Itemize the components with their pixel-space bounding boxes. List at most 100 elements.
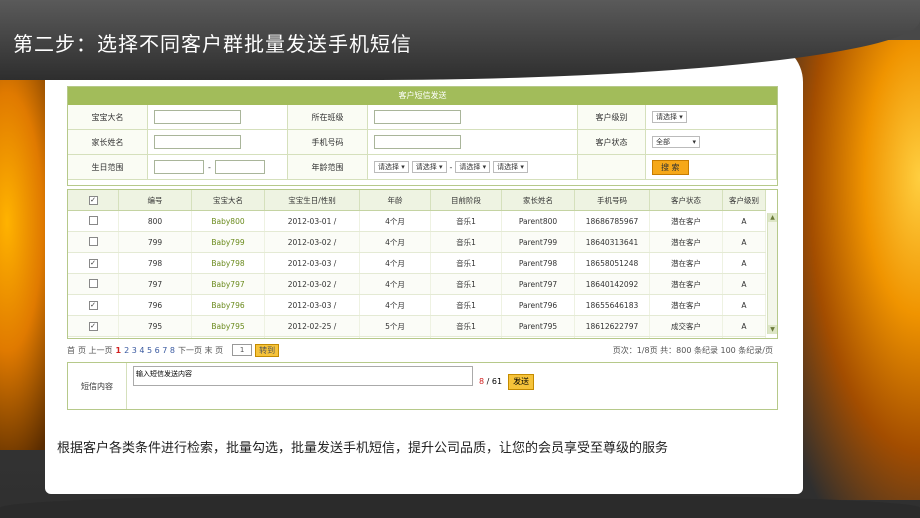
parent-name-input[interactable]: [154, 135, 241, 149]
select-all-checkbox[interactable]: ✓: [88, 196, 98, 205]
age-end-year-value: 请选择: [459, 163, 481, 171]
go-button[interactable]: 转到: [255, 343, 280, 357]
cell-level: A: [722, 210, 766, 232]
age-end-year-select[interactable]: 请选择 ▾: [455, 161, 491, 173]
cell-age: 4个月: [359, 231, 431, 253]
cell-birth: 2012-02-25 /: [264, 315, 360, 337]
birth-start-input[interactable]: [154, 160, 204, 174]
cell-name: Baby799: [191, 231, 265, 253]
chevron-down-icon: ▾: [482, 163, 487, 171]
col-header-level: 客户级别: [722, 190, 766, 211]
row-checkbox-cell: [68, 231, 119, 253]
table-row[interactable]: ✓ 798 Baby798 2012-03-03 /4个月 音乐1 Parent798 18…: [68, 252, 766, 274]
baby-name-input[interactable]: [154, 110, 241, 124]
prev-page-link[interactable]: 页 上一页: [78, 345, 113, 356]
cell-age: 4个月: [359, 294, 431, 316]
age-start-month-value: 请选择: [415, 163, 437, 171]
cell-id: 798: [118, 252, 192, 274]
level-select[interactable]: 请选择 ▾: [652, 111, 687, 123]
table-row[interactable]: ✓794Baby7942012-03-03 /4个月音乐1Parent79418…: [68, 336, 766, 338]
level-label: 客户级别: [578, 105, 646, 130]
cell-age: 4个月: [359, 210, 431, 232]
row-checkbox-cell: ✓: [68, 294, 119, 316]
cell-age: 4个月: [359, 273, 431, 295]
col-header-status: 客户状态: [649, 190, 723, 211]
cell-stage: 音乐1: [430, 210, 502, 232]
sms-count-max: / 61: [486, 377, 503, 386]
table-row[interactable]: 797 Baby797 2012-03-02 /4个月 音乐1 Parent797 186…: [68, 273, 766, 295]
cell-birth: 2012-03-01 /: [264, 210, 360, 232]
table-row[interactable]: 799 Baby799 2012-03-02 /4个月 音乐1 Parent799 186…: [68, 231, 766, 253]
page-number-input[interactable]: 1: [232, 344, 253, 356]
cell-status: 潜在客户: [649, 273, 723, 295]
cell-birth: 2012-03-02 /: [264, 231, 360, 253]
search-button[interactable]: 搜 索: [652, 159, 689, 175]
phone-input[interactable]: [374, 135, 461, 149]
col-header-age: 年龄: [359, 190, 431, 211]
cell-level: A: [722, 294, 766, 316]
cell-status: 潜在客户: [649, 252, 723, 274]
row-checkbox-cell: ✓: [68, 315, 119, 337]
table-row[interactable]: ✓ 796 Baby796 2012-03-03 /4个月 音乐1 Parent796 18…: [68, 294, 766, 316]
cell-name: Baby798: [191, 252, 265, 274]
row-checkbox-checked[interactable]: ✓: [88, 259, 98, 268]
age-end-month-select[interactable]: 请选择 ▾: [493, 161, 528, 173]
row-checkbox-checked[interactable]: ✓: [88, 301, 98, 310]
table-scrollbar[interactable]: ▲ ▼: [767, 213, 777, 334]
cell-id: 796: [118, 294, 192, 316]
customer-table-panel: ✓ 编号 宝宝大名 宝宝生日/性别 年龄 目前阶段 家长姓名 手机号码 客户状态…: [67, 189, 778, 339]
cell-birth: 2012-03-03 /: [264, 336, 360, 338]
form-header: 客户短信发送: [68, 87, 777, 105]
cell-level: A: [722, 315, 766, 337]
cell-parent: Parent797: [501, 273, 575, 295]
page-links[interactable]: 2 3 4 5 6 7 8: [124, 346, 175, 355]
cell-age: 4个月: [359, 336, 431, 338]
first-page-link[interactable]: 首: [67, 345, 75, 356]
pager-info: 页次：1/8页 共：800 条纪录 100 条纪录/页: [612, 345, 773, 355]
sms-count-current: 8: [479, 377, 485, 386]
row-checkbox[interactable]: [88, 236, 98, 246]
class-input[interactable]: [374, 110, 461, 124]
search-form: 客户短信发送 宝宝大名 所在班级 客户级别 请选择 ▾ 家长姓名 手机号码 客户…: [67, 86, 778, 186]
col-header-id: 编号: [118, 190, 192, 211]
baby-name-label: 宝宝大名: [68, 105, 148, 130]
parent-name-label: 家长姓名: [68, 130, 148, 155]
sms-content-text: 输入短信发送内容: [136, 370, 192, 378]
next-last-page-link[interactable]: 下一页 末 页: [178, 345, 223, 356]
row-checkbox[interactable]: [88, 278, 98, 288]
cell-phone: 18640142092: [574, 273, 650, 295]
row-checkbox-checked[interactable]: ✓: [88, 322, 98, 331]
row-checkbox-cell: ✓: [68, 336, 119, 338]
col-header-baby-name: 宝宝大名: [191, 190, 265, 211]
col-header-parent: 家长姓名: [501, 190, 575, 211]
chevron-down-icon: ▾: [401, 163, 405, 171]
age-start-year-select[interactable]: 请选择 ▾: [374, 161, 409, 173]
scroll-up-icon[interactable]: ▲: [768, 213, 777, 222]
chevron-down-icon: ▾: [438, 163, 443, 171]
cell-birth: 2012-03-03 /: [264, 252, 360, 274]
sms-char-count: 8 / 61: [479, 377, 502, 409]
sms-panel: 短信内容 输入短信发送内容 8 / 61 发送: [67, 362, 778, 410]
table-row[interactable]: 800 Baby800 2012-03-01 /4个月 音乐1 Parent800 186…: [68, 210, 766, 232]
row-checkbox[interactable]: [88, 215, 98, 225]
cell-parent: Parent795: [501, 315, 575, 337]
birth-range-label: 生日范围: [68, 155, 148, 180]
cell-name: Baby800: [191, 210, 265, 232]
cell-level: A: [722, 252, 766, 274]
cell-id: 797: [118, 273, 192, 295]
cell-age: 4个月: [359, 252, 431, 274]
cell-stage: 音乐1: [430, 336, 502, 338]
age-end-month-value: 请选择: [497, 163, 519, 171]
cell-stage: 音乐1: [430, 252, 502, 274]
scroll-down-icon[interactable]: ▼: [768, 325, 777, 334]
sms-content-textarea[interactable]: 输入短信发送内容: [133, 366, 473, 386]
table-row[interactable]: ✓ 795 Baby795 2012-02-25 /5个月 音乐1 Parent795 18…: [68, 315, 766, 337]
cell-name: Baby794: [191, 336, 265, 338]
age-start-month-select[interactable]: 请选择 ▾: [411, 161, 447, 173]
status-select[interactable]: 全部 ▾: [652, 136, 700, 148]
send-button[interactable]: 发送: [508, 374, 535, 390]
birth-end-input[interactable]: [214, 160, 265, 174]
cell-name: Baby796: [191, 294, 265, 316]
phone-label: 手机号码: [288, 130, 368, 155]
cell-phone: 18640313641: [574, 231, 650, 253]
